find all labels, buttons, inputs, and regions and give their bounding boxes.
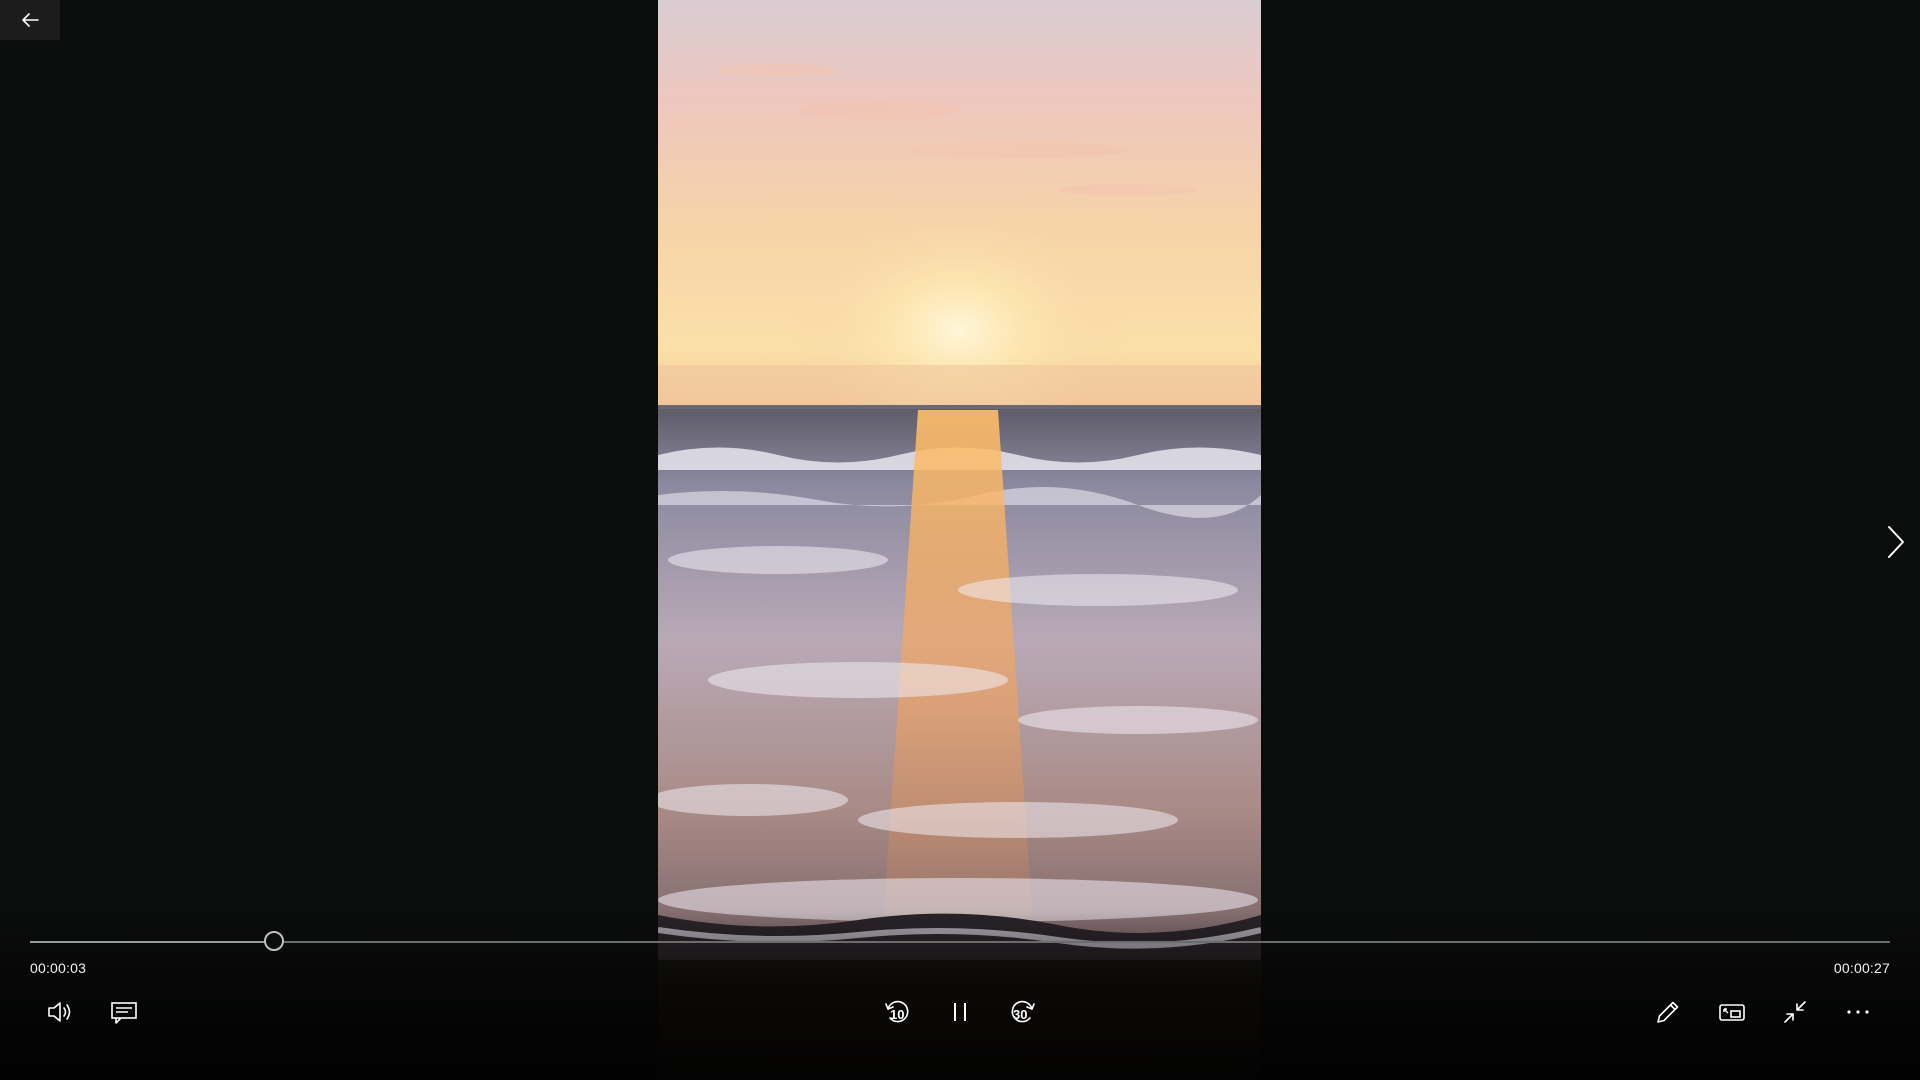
volume-button[interactable] bbox=[38, 990, 82, 1034]
more-options-button[interactable] bbox=[1836, 990, 1880, 1034]
next-item-button[interactable] bbox=[1878, 520, 1914, 564]
total-time: 00:00:27 bbox=[1833, 960, 1890, 976]
back-arrow-icon bbox=[22, 13, 39, 27]
more-options-icon bbox=[1847, 1010, 1869, 1014]
edit-pencil-icon bbox=[1657, 1001, 1679, 1023]
chevron-right-icon bbox=[1888, 526, 1904, 558]
media-player: 00:00:03 00:00:27 10 30 bbox=[0, 0, 1920, 1080]
mini-view-button[interactable] bbox=[1710, 990, 1754, 1034]
pause-button[interactable] bbox=[938, 990, 982, 1034]
skip-forward-icon bbox=[1011, 1000, 1035, 1023]
skip-back-icon bbox=[885, 1000, 909, 1023]
back-button[interactable] bbox=[0, 0, 60, 40]
skip-forward-button[interactable]: 30 bbox=[1001, 990, 1045, 1034]
volume-icon bbox=[48, 1002, 71, 1022]
mini-view-icon bbox=[1719, 1004, 1745, 1021]
seek-bar[interactable] bbox=[30, 931, 1890, 952]
video-frame[interactable] bbox=[658, 0, 1261, 1080]
exit-fullscreen-button[interactable] bbox=[1773, 990, 1817, 1034]
skip-back-button[interactable]: 10 bbox=[875, 990, 919, 1034]
seek-progress bbox=[30, 941, 275, 943]
elapsed-time: 00:00:03 bbox=[30, 960, 87, 976]
pause-icon bbox=[954, 1003, 966, 1021]
video-sunset-beach-image bbox=[658, 0, 1261, 1080]
subtitles-button[interactable] bbox=[102, 990, 146, 1034]
exit-fullscreen-icon bbox=[1784, 1001, 1806, 1023]
seek-thumb[interactable] bbox=[264, 931, 284, 951]
subtitles-icon bbox=[111, 1002, 137, 1024]
edit-button[interactable] bbox=[1646, 990, 1690, 1034]
seek-track bbox=[30, 941, 1890, 943]
